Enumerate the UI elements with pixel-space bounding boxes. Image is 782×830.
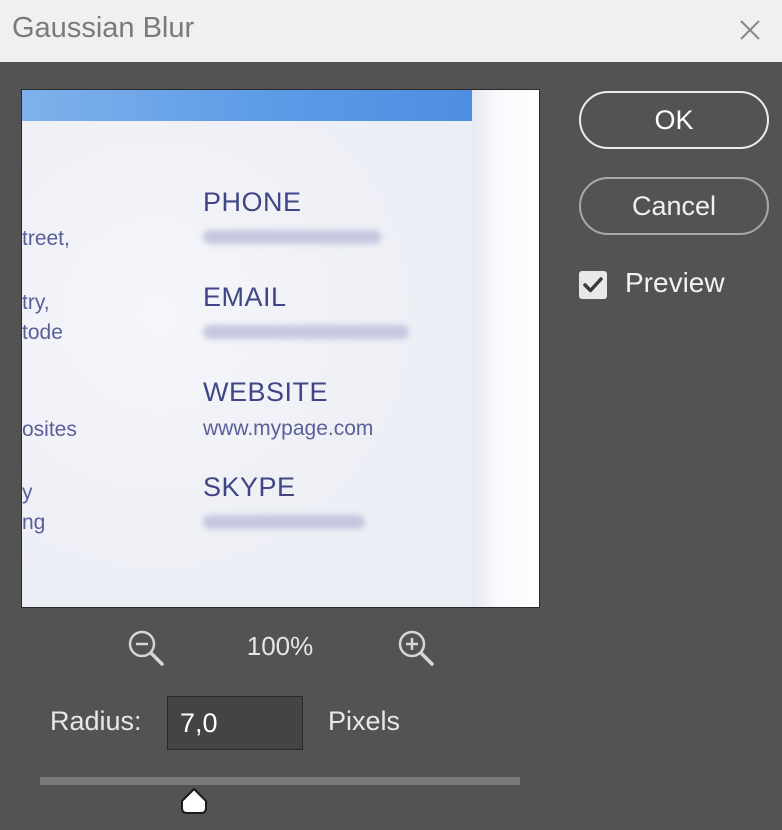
preview-blurred-text <box>203 515 365 529</box>
preview-blue-band <box>22 90 474 121</box>
preview-blurred-text <box>203 230 381 244</box>
radius-input[interactable] <box>167 696 303 750</box>
preview-label-email: EMAIL <box>203 282 287 312</box>
zoom-in-icon <box>398 630 434 666</box>
zoom-in-button[interactable] <box>396 628 436 673</box>
preview-fragment: treet, <box>22 227 70 250</box>
radius-label: Radius: <box>50 706 142 736</box>
close-button[interactable] <box>728 8 772 52</box>
radius-unit-label: Pixels <box>328 706 401 736</box>
checkmark-icon <box>583 277 603 293</box>
ok-button[interactable]: OK <box>579 91 769 149</box>
preview-fragment: osites <box>22 418 77 441</box>
dialog-title: Gaussian Blur <box>12 12 195 44</box>
preview-blurred-text <box>203 325 409 339</box>
radius-slider-thumb[interactable] <box>179 786 209 816</box>
preview-fragment: y <box>22 481 33 504</box>
preview-fragment: try, <box>22 291 50 314</box>
radius-slider-track[interactable] <box>40 777 520 785</box>
preview-fragment: tode <box>22 321 63 344</box>
zoom-level: 100% <box>246 631 314 661</box>
preview-checkbox[interactable] <box>579 271 607 299</box>
zoom-out-icon <box>128 630 164 666</box>
preview-paper-edge <box>472 90 539 607</box>
zoom-out-button[interactable] <box>126 628 166 673</box>
preview-fragment: ng <box>22 511 46 534</box>
preview-label: Preview <box>625 267 725 298</box>
preview-label-website: WEBSITE <box>203 377 329 407</box>
cancel-button[interactable]: Cancel <box>579 177 769 235</box>
preview-website-value: www.mypage.com <box>203 417 374 440</box>
preview-label-phone: PHONE <box>203 187 302 217</box>
preview-pane[interactable]: treet, try, tode osites y ng PHONE EMAIL… <box>21 89 540 608</box>
slider-thumb-icon <box>180 787 207 814</box>
preview-label-skype: SKYPE <box>203 472 296 502</box>
title-bar: Gaussian Blur <box>0 0 782 62</box>
close-icon <box>740 20 760 40</box>
